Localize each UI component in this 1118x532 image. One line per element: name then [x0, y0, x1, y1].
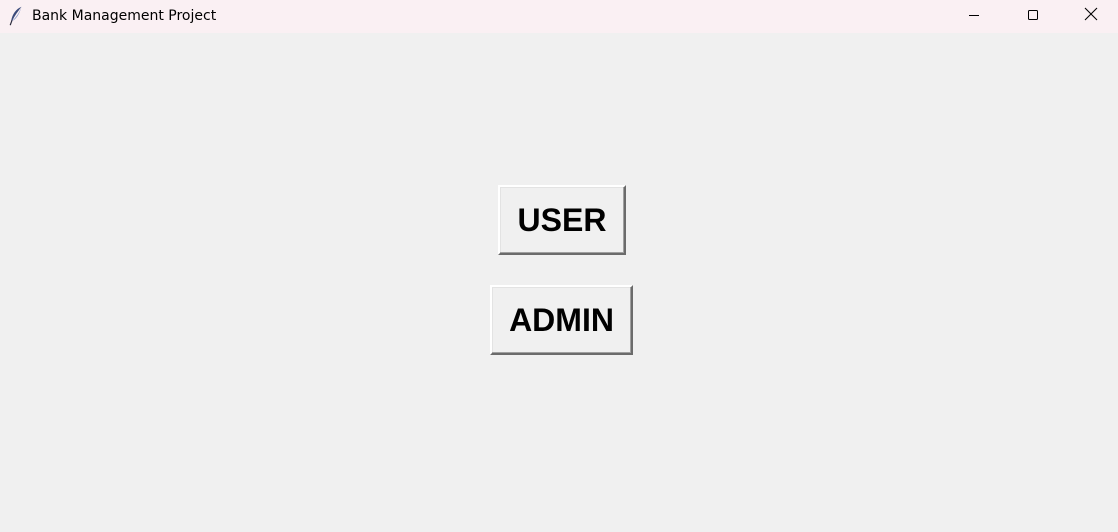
admin-button[interactable]: ADMIN	[490, 285, 633, 355]
close-button[interactable]	[1062, 0, 1118, 33]
app-window: Bank Management Project USER ADMIN	[0, 0, 1118, 532]
maximize-icon	[1027, 8, 1039, 26]
feather-icon	[9, 6, 23, 26]
close-icon	[1084, 7, 1098, 26]
main-content: USER ADMIN	[0, 33, 1118, 532]
title-bar[interactable]: Bank Management Project	[0, 0, 1118, 33]
window-title: Bank Management Project	[32, 8, 217, 24]
minimize-icon	[968, 8, 980, 26]
user-button[interactable]: USER	[498, 185, 626, 255]
maximize-button[interactable]	[1004, 0, 1062, 33]
minimize-button[interactable]	[945, 0, 1003, 33]
